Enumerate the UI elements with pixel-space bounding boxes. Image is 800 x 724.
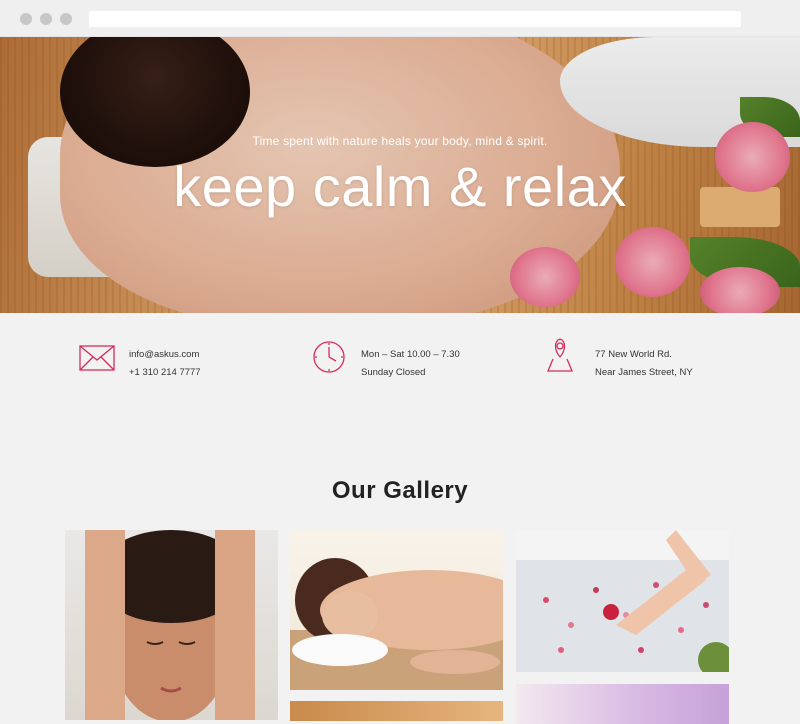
- gallery-image-bottom-middle[interactable]: [290, 701, 503, 721]
- location-pin-icon: [547, 338, 573, 372]
- contact-email-link[interactable]: info@askus.com: [129, 349, 199, 360]
- contact-phone[interactable]: +1 310 214 7777: [129, 367, 201, 378]
- contact-address-city: Near James Street, NY: [595, 367, 693, 378]
- window-maximize-dot[interactable]: [60, 13, 72, 25]
- back-relax-illustration: [290, 558, 503, 690]
- hero-title: keep calm & relax: [173, 155, 627, 218]
- head-massage-illustration: [85, 530, 255, 720]
- hero-subtitle: Time spent with nature heals your body, …: [252, 134, 548, 148]
- gallery-image-head-massage[interactable]: [65, 530, 278, 720]
- gallery-title: Our Gallery: [331, 477, 469, 504]
- contact-address-street: 77 New World Rd.: [595, 349, 672, 360]
- gallery-image-flower-bath[interactable]: [516, 530, 729, 672]
- flower-bath-illustration: [516, 530, 729, 672]
- contact-hours-weekday: Mon – Sat 10.00 – 7.30: [361, 349, 460, 360]
- envelope-icon: [79, 345, 115, 371]
- window-close-dot[interactable]: [20, 13, 32, 25]
- clock-icon: [313, 341, 345, 373]
- address-bar[interactable]: [89, 11, 741, 27]
- window-minimize-dot[interactable]: [40, 13, 52, 25]
- contact-hours-sunday: Sunday Closed: [361, 367, 426, 378]
- gallery-image-bottom-right[interactable]: [516, 684, 729, 724]
- hero-banner: Time spent with nature heals your body, …: [0, 37, 800, 313]
- browser-chrome: [0, 0, 800, 37]
- gallery-image-back-relax[interactable]: [290, 530, 503, 690]
